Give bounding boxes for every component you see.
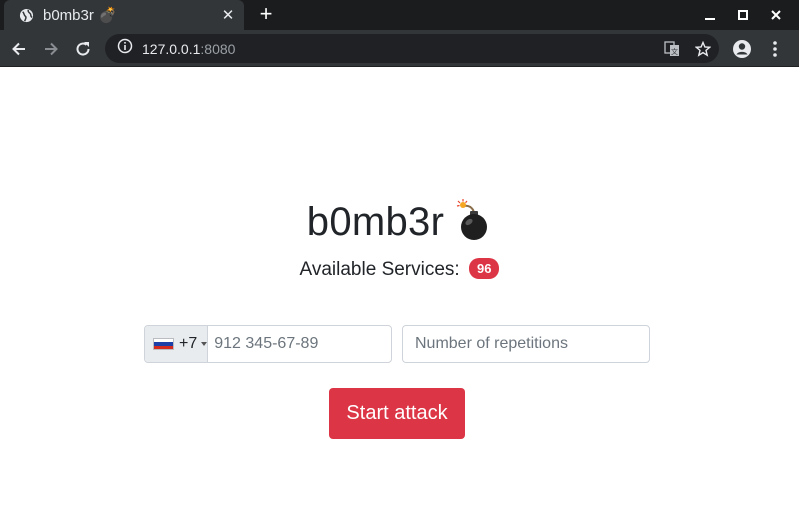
url-port: :8080 [200, 40, 236, 57]
page-content: b0mb3r Available Services: 96 +7 Start a… [0, 68, 799, 519]
profile-avatar-icon[interactable] [729, 36, 755, 62]
close-window-icon[interactable] [759, 0, 793, 30]
phone-field: +7 [144, 325, 422, 363]
new-tab-button[interactable]: + [255, 3, 277, 26]
caret-down-icon [201, 342, 208, 346]
bomb-icon [454, 199, 492, 241]
tab-close-icon[interactable]: ✕ [220, 6, 236, 24]
translate-icon[interactable]: 文 [663, 40, 681, 58]
menu-kebab-icon[interactable] [762, 36, 788, 62]
services-count-badge: 96 [469, 258, 500, 279]
info-icon[interactable] [117, 38, 133, 59]
svg-text:文: 文 [671, 47, 678, 56]
back-icon[interactable] [6, 36, 32, 62]
forward-icon[interactable] [38, 36, 64, 62]
reload-icon[interactable] [70, 36, 96, 62]
browser-toolbar: 127.0.0.1:8080 文 [0, 30, 799, 67]
minimize-icon[interactable] [693, 0, 727, 30]
bookmark-star-icon[interactable] [694, 40, 712, 58]
address-bar[interactable]: 127.0.0.1:8080 文 [105, 34, 719, 63]
phone-number-input[interactable] [208, 326, 422, 362]
browser-tab[interactable]: b0mb3r 💣 ✕ [4, 0, 244, 30]
country-dial-code: +7 [179, 335, 198, 352]
start-attack-button[interactable]: Start attack [329, 388, 465, 439]
tab-strip: b0mb3r 💣 ✕ + [0, 0, 799, 30]
page-title-text: b0mb3r [306, 200, 445, 244]
country-selector[interactable]: +7 [145, 326, 209, 362]
services-label: Available Services: [299, 259, 460, 280]
page-title: b0mb3r [0, 199, 799, 245]
russia-flag-icon [153, 338, 174, 350]
repetitions-input[interactable] [402, 325, 650, 363]
maximize-icon[interactable] [726, 0, 760, 30]
available-services: Available Services: 96 [0, 258, 799, 281]
url-host: 127.0.0.1 [142, 40, 201, 57]
tab-title: b0mb3r 💣 [43, 7, 117, 24]
globe-icon [18, 7, 34, 23]
